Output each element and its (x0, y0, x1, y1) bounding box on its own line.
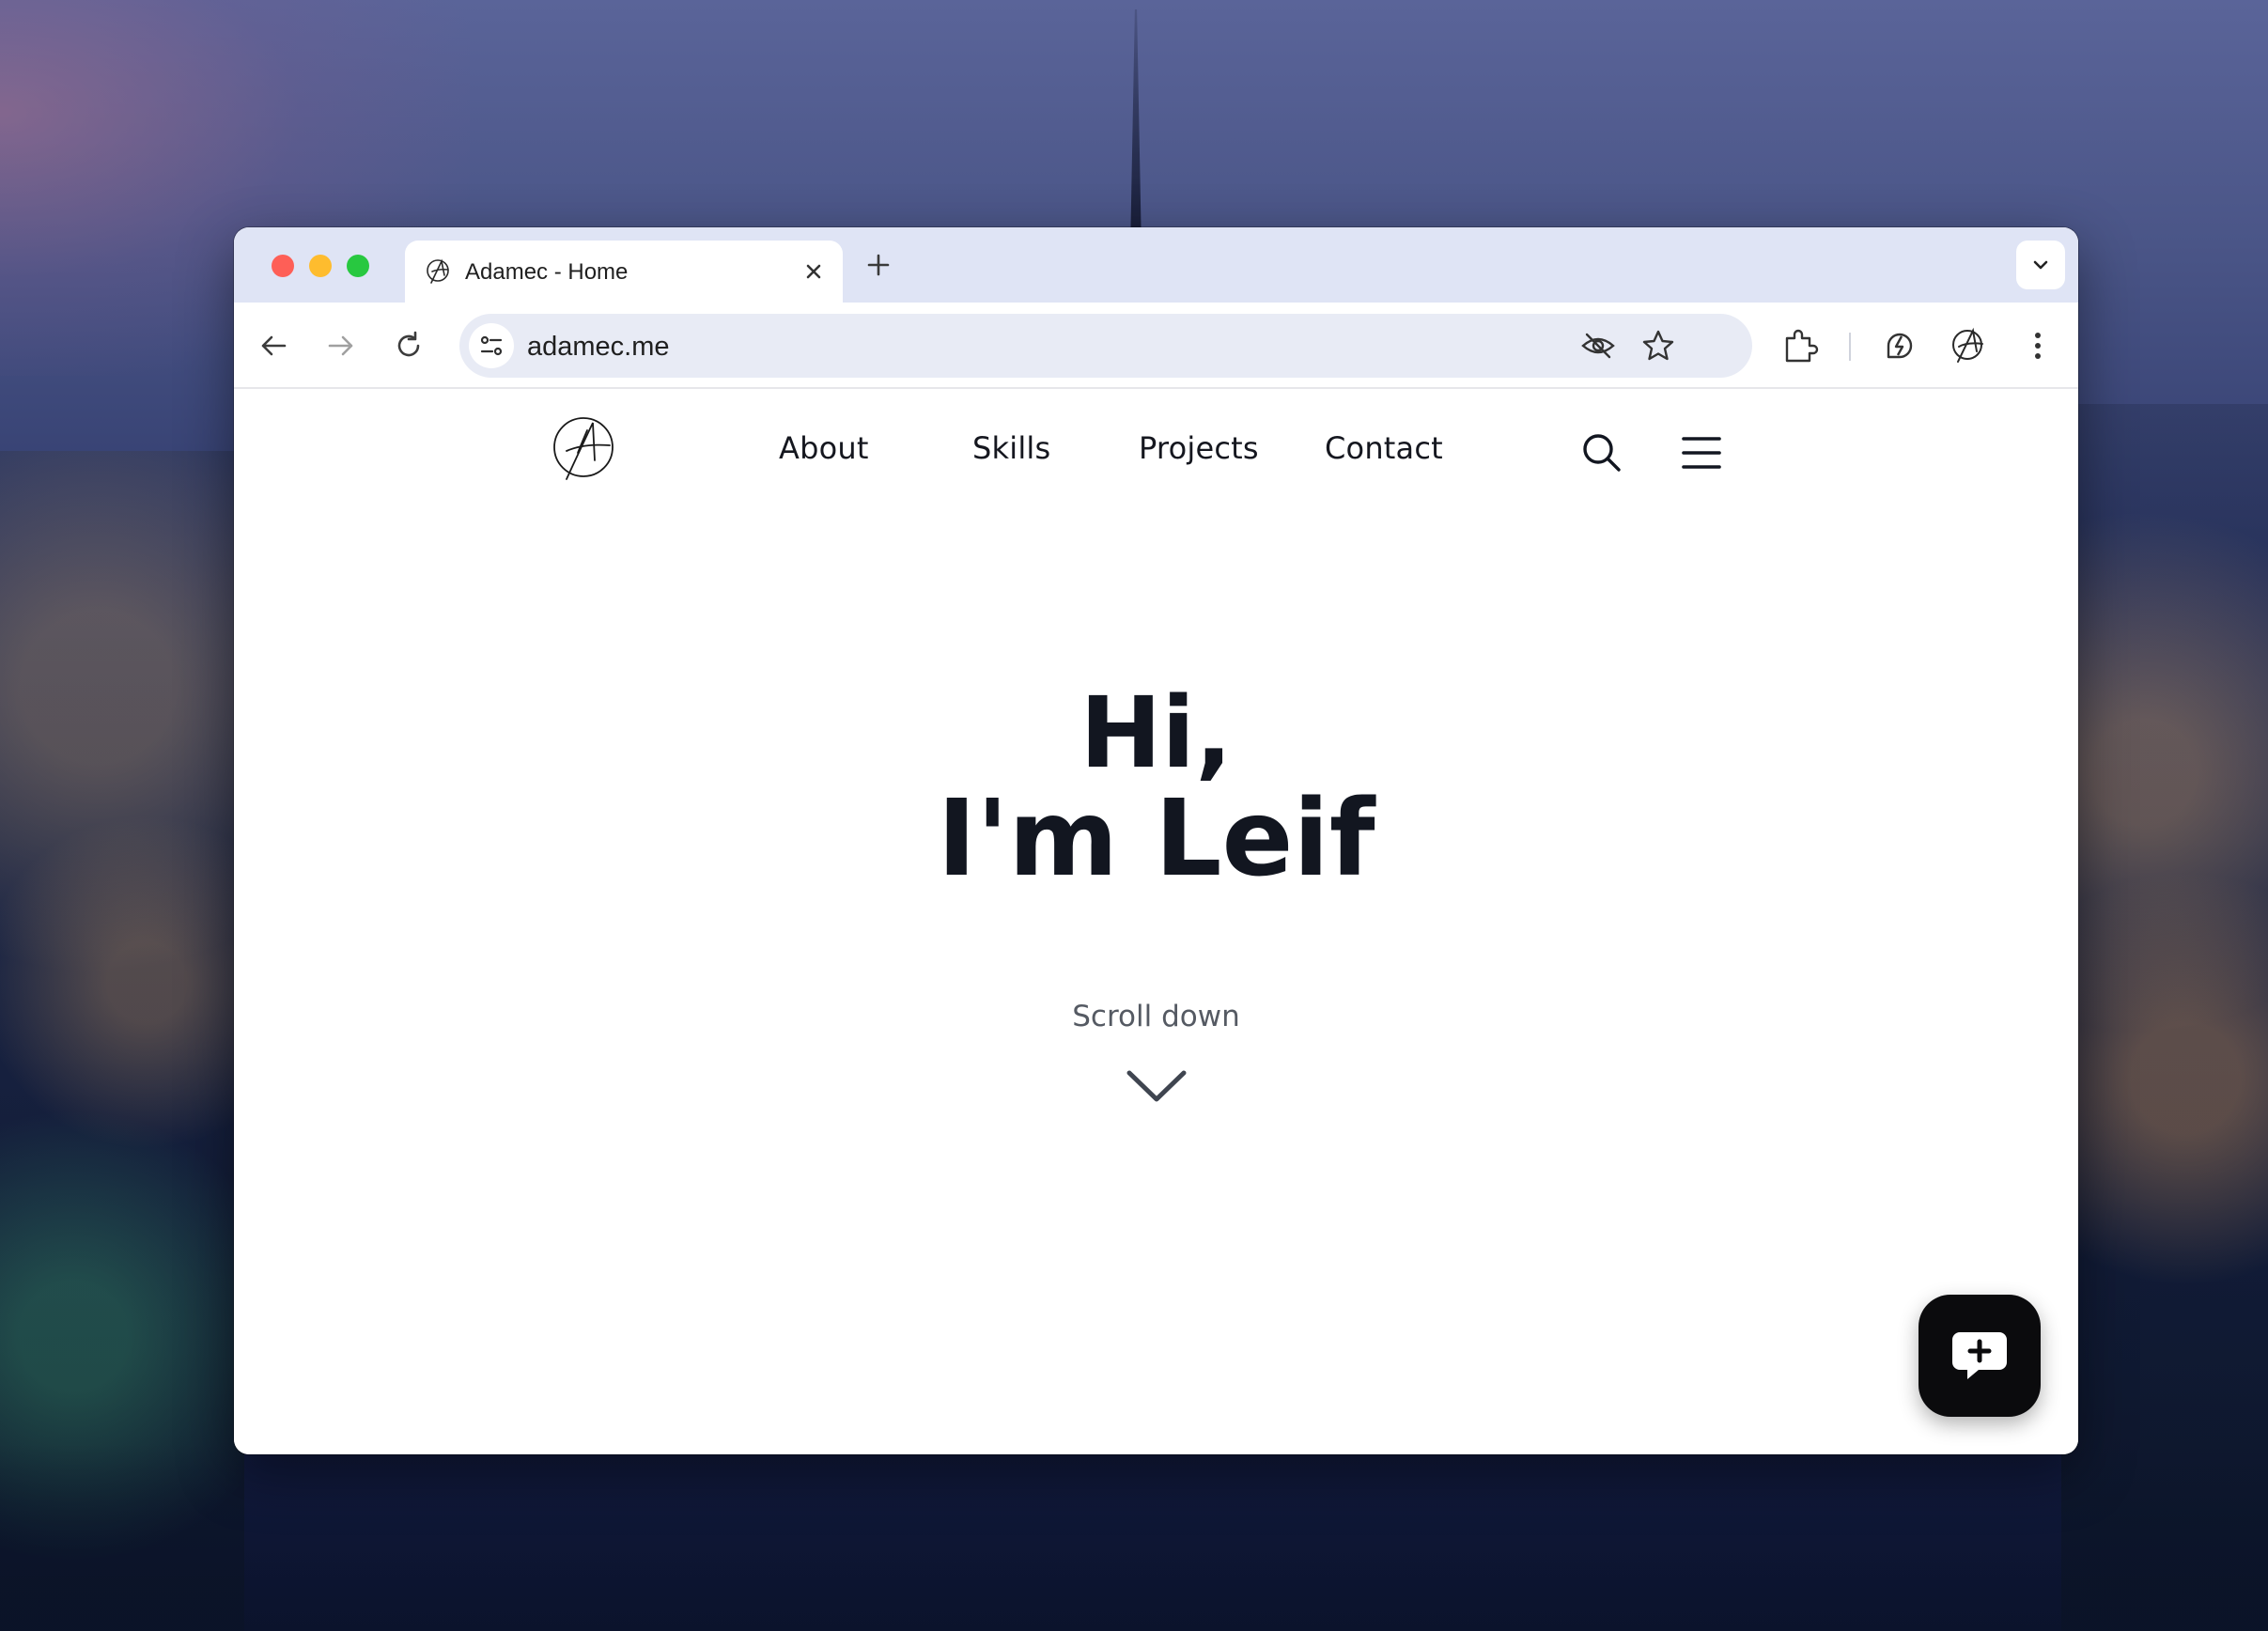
signature-logo-icon (424, 257, 452, 286)
browser-toolbar: adamec.me (234, 303, 2078, 389)
bolt-icon[interactable] (1879, 325, 1920, 366)
nav-link-about[interactable]: About (779, 430, 869, 466)
tab-search-button[interactable] (2016, 241, 2065, 289)
plus-icon[interactable] (863, 250, 893, 280)
hero-heading: Hi, I'm Leif (234, 682, 2078, 894)
chat-plus-icon (1952, 1332, 2007, 1379)
search-icon[interactable] (1579, 430, 1624, 475)
chevron-down-icon[interactable] (1124, 1064, 1189, 1111)
tab-title: Adamec - Home (465, 259, 629, 285)
chevron-down-icon (2033, 260, 2048, 270)
hero-name: I'm Leif (937, 778, 1375, 900)
chat-button[interactable] (1918, 1295, 2041, 1417)
maximize-window-button[interactable] (347, 255, 369, 277)
puzzle-icon[interactable] (1779, 325, 1821, 366)
scroll-down-label: Scroll down (1072, 1000, 1240, 1033)
url-text[interactable]: adamec.me (527, 332, 670, 363)
nav-link-contact[interactable]: Contact (1325, 430, 1443, 466)
city-ground (0, 1443, 2268, 1631)
tune-icon (480, 335, 503, 356)
minimize-window-button[interactable] (309, 255, 332, 277)
toolbar-divider (1849, 333, 1851, 361)
address-bar[interactable]: adamec.me (459, 314, 1752, 378)
web-page: About Skills Projects Contact Hi, I'm Le… (234, 389, 2078, 1454)
browser-window: Adamec - Home adamec.me About Skills Pro… (234, 227, 2078, 1454)
signature-logo-icon[interactable] (1947, 325, 1988, 366)
tower-silhouette (1130, 9, 1142, 227)
close-icon[interactable] (800, 257, 828, 286)
city-lights-right (2061, 404, 2268, 1631)
arrow-left-icon[interactable] (255, 327, 292, 365)
star-icon[interactable] (1639, 327, 1677, 365)
hero-greeting: Hi, (1080, 676, 1233, 790)
site-info-button[interactable] (469, 323, 514, 368)
signature-logo-icon[interactable] (550, 415, 617, 483)
nav-link-skills[interactable]: Skills (972, 430, 1050, 466)
hamburger-icon[interactable] (1679, 430, 1724, 475)
reload-icon[interactable] (390, 327, 427, 365)
kebab-menu-icon[interactable] (2017, 325, 2058, 366)
tab-bar: Adamec - Home (234, 227, 2078, 303)
arrow-right-icon[interactable] (322, 327, 360, 365)
nav-link-projects[interactable]: Projects (1139, 430, 1259, 466)
tab-active[interactable]: Adamec - Home (405, 241, 843, 303)
eye-off-icon[interactable] (1579, 327, 1617, 365)
city-lights-left (0, 451, 244, 1631)
close-window-button[interactable] (272, 255, 294, 277)
